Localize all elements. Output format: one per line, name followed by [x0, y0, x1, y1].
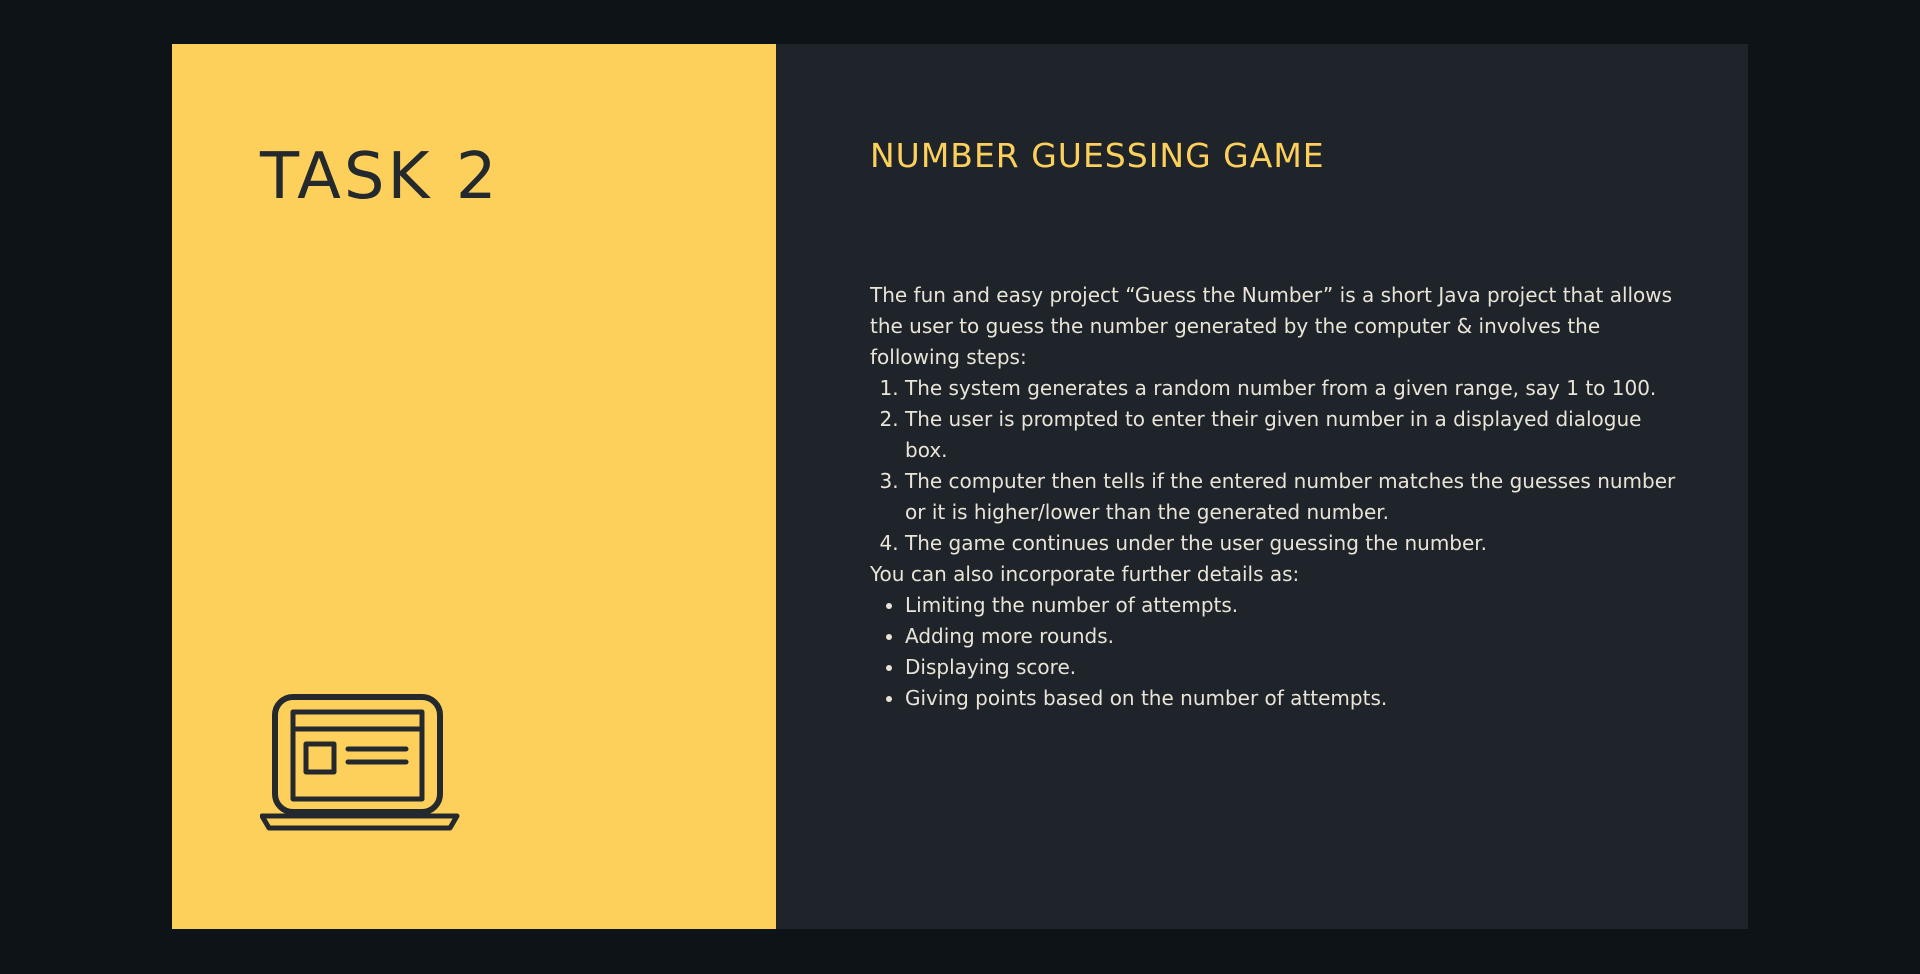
list-item: The game continues under the user guessi…	[905, 528, 1690, 559]
list-item: The system generates a random number fro…	[905, 373, 1690, 404]
laptop-icon	[260, 694, 460, 831]
list-item: Limiting the number of attempts.	[905, 590, 1690, 621]
slide: TASK 2 NUMBER GUESSING GAME The fun and …	[172, 44, 1748, 929]
game-title: NUMBER GUESSING GAME	[870, 136, 1325, 175]
extras-list: Limiting the number of attempts. Adding …	[870, 590, 1690, 714]
intro-paragraph: The fun and easy project “Guess the Numb…	[870, 283, 1673, 369]
list-item: Displaying score.	[905, 652, 1690, 683]
description: The fun and easy project “Guess the Numb…	[870, 280, 1690, 714]
list-item: Giving points based on the number of att…	[905, 683, 1690, 714]
extras-intro: You can also incorporate further details…	[870, 562, 1300, 586]
list-item: Adding more rounds.	[905, 621, 1690, 652]
left-panel: TASK 2	[172, 44, 776, 929]
list-item: The user is prompted to enter their give…	[905, 404, 1690, 466]
list-item: The computer then tells if the entered n…	[905, 466, 1690, 528]
task-title: TASK 2	[260, 140, 500, 214]
right-panel: NUMBER GUESSING GAME The fun and easy pr…	[776, 44, 1748, 929]
steps-list: The system generates a random number fro…	[870, 373, 1690, 559]
